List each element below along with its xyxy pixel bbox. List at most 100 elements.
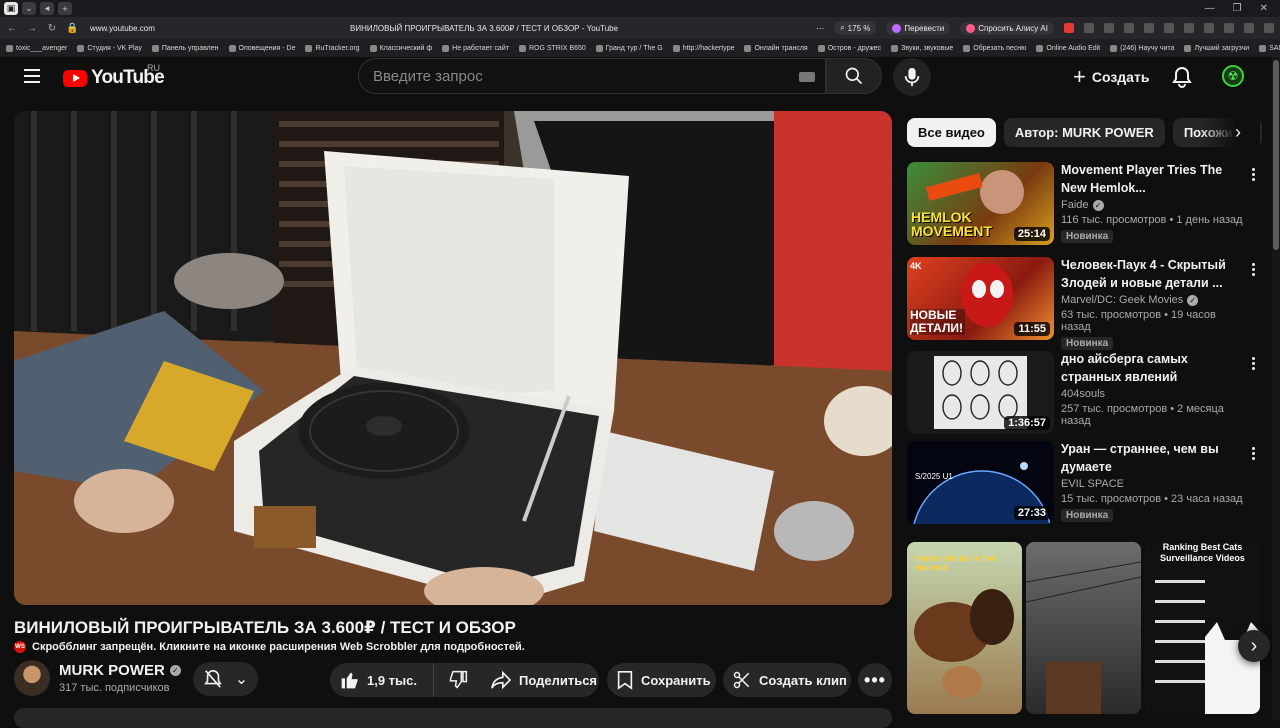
video-player[interactable] (14, 111, 892, 605)
channel-name[interactable]: MURK POWER (59, 662, 165, 679)
new-tab-icon[interactable]: + (58, 2, 72, 15)
duration-badge: 27:33 (1013, 506, 1050, 520)
scrobble-text: Скробблинг запрещён. Кликните на иконке … (32, 641, 525, 653)
like-button[interactable]: 1,9 тыс. (330, 663, 434, 697)
address-bar: ← → ↻ 🔒 www.youtube.com ВИНИЛОВЫЙ ПРОИГР… (0, 17, 1280, 39)
chips-next-button[interactable]: › (1226, 120, 1250, 144)
voice-search-button[interactable] (893, 58, 931, 96)
extension-icon[interactable] (1124, 23, 1134, 33)
extension-icon[interactable] (1144, 23, 1154, 33)
extension-icon[interactable] (1084, 23, 1094, 33)
search-input[interactable] (373, 67, 773, 85)
short-item[interactable] (1026, 542, 1141, 714)
search-button[interactable] (826, 58, 882, 94)
rec-channel-name: Faide (1061, 199, 1089, 211)
share-button[interactable]: Поделиться (481, 663, 599, 697)
rec-title[interactable]: Человек-Паук 4 - Скрытый Злодей и новые … (1061, 257, 1246, 292)
bookmark-icon (595, 44, 603, 52)
extension-icon[interactable] (1244, 23, 1254, 33)
short-item[interactable]: Horse defends in five seconds (907, 542, 1022, 714)
translate-button[interactable]: Перевести (886, 21, 951, 35)
extension-icon[interactable] (1224, 23, 1234, 33)
tab-dropdown-icon[interactable]: ⌄ (22, 2, 36, 15)
channel-name-row[interactable]: MURK POWER ✓ (59, 662, 181, 679)
account-avatar[interactable]: ☢ (1222, 65, 1244, 87)
bookmark-item[interactable]: Обрезать песню (963, 44, 1026, 52)
rec-thumbnail[interactable]: S/2025 U1 27:33 (907, 441, 1054, 524)
clip-button[interactable]: Создать клип (723, 663, 851, 697)
extension-icon[interactable] (1064, 23, 1074, 33)
rec-menu-icon[interactable] (1252, 168, 1255, 181)
more-dots-icon[interactable]: ⋯ (816, 24, 824, 33)
zoom-indicator[interactable]: ⌕ 175 % (834, 21, 877, 35)
bookmark-item[interactable]: Классический ф (369, 44, 432, 52)
bookmark-item[interactable]: RuTracker.org (305, 44, 360, 52)
reload-icon[interactable]: ↻ (46, 23, 58, 34)
close-window-icon[interactable]: ✕ (1260, 3, 1268, 14)
notifications-button[interactable] (1170, 65, 1194, 89)
recommendation-item[interactable]: 1:36:57 дно айсберга самых странных явле… (907, 351, 1267, 435)
bookmark-item[interactable]: Оповещения - De (228, 44, 295, 52)
bookmark-item[interactable]: Звуки, звуковые (891, 44, 953, 52)
rec-title[interactable]: Movement Player Tries The New Hemlok... (1061, 162, 1246, 197)
bookmark-item[interactable]: ROG STRIX B650 (518, 44, 586, 52)
shorts-next-button[interactable]: › (1238, 630, 1270, 662)
create-button[interactable]: + Создать (1061, 59, 1161, 95)
share-label: Поделиться (519, 672, 598, 688)
restore-icon[interactable]: ❐ (1233, 3, 1242, 14)
recommendation-item[interactable]: HEMLOK MOVEMENT 25:14 Movement Player Tr… (907, 162, 1267, 246)
rec-menu-icon[interactable] (1252, 447, 1255, 460)
extension-icon[interactable] (1184, 23, 1194, 33)
lock-icon: 🔒 (66, 22, 79, 34)
description-box[interactable] (14, 708, 892, 728)
bookmark-item[interactable]: Остров - дружес (817, 44, 881, 52)
tab-menu-icon[interactable]: ▣ (4, 2, 18, 15)
rec-menu-icon[interactable] (1252, 357, 1255, 370)
bookmark-label: toxic___avenger (16, 44, 68, 52)
zoom-label: 175 % (847, 23, 871, 33)
minimize-icon[interactable]: — (1205, 3, 1215, 14)
forward-icon[interactable]: → (26, 23, 38, 34)
chip-author[interactable]: Автор: MURK POWER (1003, 118, 1165, 147)
dislike-button[interactable] (434, 663, 482, 697)
more-actions-button[interactable]: ••• (858, 663, 892, 697)
bookmark-item[interactable]: Лучший загрузчи (1184, 44, 1249, 52)
bookmark-item[interactable]: Студия - VK Play (77, 44, 142, 52)
rec-thumbnail[interactable]: 4K НОВЫЕ ДЕТАЛИ! 11:55 (907, 257, 1054, 340)
channel-avatar[interactable] (14, 660, 50, 696)
recommendation-item[interactable]: 4K НОВЫЕ ДЕТАЛИ! 11:55 Человек-Паук 4 - … (907, 257, 1267, 350)
bookmark-item[interactable]: http://hackertype (672, 44, 734, 52)
bookmark-item[interactable]: Онлайн трансля (744, 44, 808, 52)
bookmark-item[interactable]: toxic___avenger (6, 44, 68, 52)
extension-icon[interactable] (1164, 23, 1174, 33)
scrobble-notice[interactable]: WS Скробблинг запрещён. Кликните на икон… (14, 641, 525, 653)
url-field[interactable]: www.youtube.com (90, 24, 155, 33)
back-icon[interactable]: ← (6, 23, 18, 34)
tab-youtube[interactable]: ◂ (40, 2, 54, 15)
recommendation-item[interactable]: S/2025 U1 27:33 Уран — страннее, чем вы … (907, 441, 1267, 525)
keyboard-icon[interactable] (799, 72, 815, 82)
extension-icon[interactable] (1264, 23, 1274, 33)
bookmark-item[interactable]: SAN_VENCII (1259, 44, 1280, 52)
bookmark-item[interactable]: Не работает сайт (442, 44, 509, 52)
rec-title[interactable]: Уран — страннее, чем вы думаете (1061, 441, 1246, 476)
bookmark-item[interactable]: Панель управлен (151, 44, 219, 52)
chip-all[interactable]: Все видео (907, 118, 996, 147)
bookmark-item[interactable]: Online Audio Edit (1036, 44, 1100, 52)
alice-button[interactable]: Спросить Алису AI (960, 21, 1054, 35)
bookmark-item[interactable]: Гранд тур / The G (595, 44, 663, 52)
scrollbar-thumb[interactable] (1273, 60, 1279, 250)
bookmark-label: SAN_VENCII (1269, 44, 1280, 52)
bookmark-item[interactable]: (246) Научу чита (1110, 44, 1174, 52)
like-count: 1,9 тыс. (367, 672, 417, 688)
extension-icon[interactable] (1104, 23, 1114, 33)
short-item[interactable]: Ranking Best Cats Surveillance Videos (1145, 542, 1260, 714)
rec-thumbnail[interactable]: 1:36:57 (907, 351, 1054, 434)
subscription-notifications-button[interactable]: ⌄ (193, 662, 258, 696)
menu-icon[interactable] (24, 69, 40, 83)
rec-thumbnail[interactable]: HEMLOK MOVEMENT 25:14 (907, 162, 1054, 245)
rec-menu-icon[interactable] (1252, 263, 1255, 276)
save-button[interactable]: Сохранить (607, 663, 716, 697)
extension-icon[interactable] (1204, 23, 1214, 33)
rec-title[interactable]: дно айсберга самых странных явлений (1061, 351, 1246, 386)
